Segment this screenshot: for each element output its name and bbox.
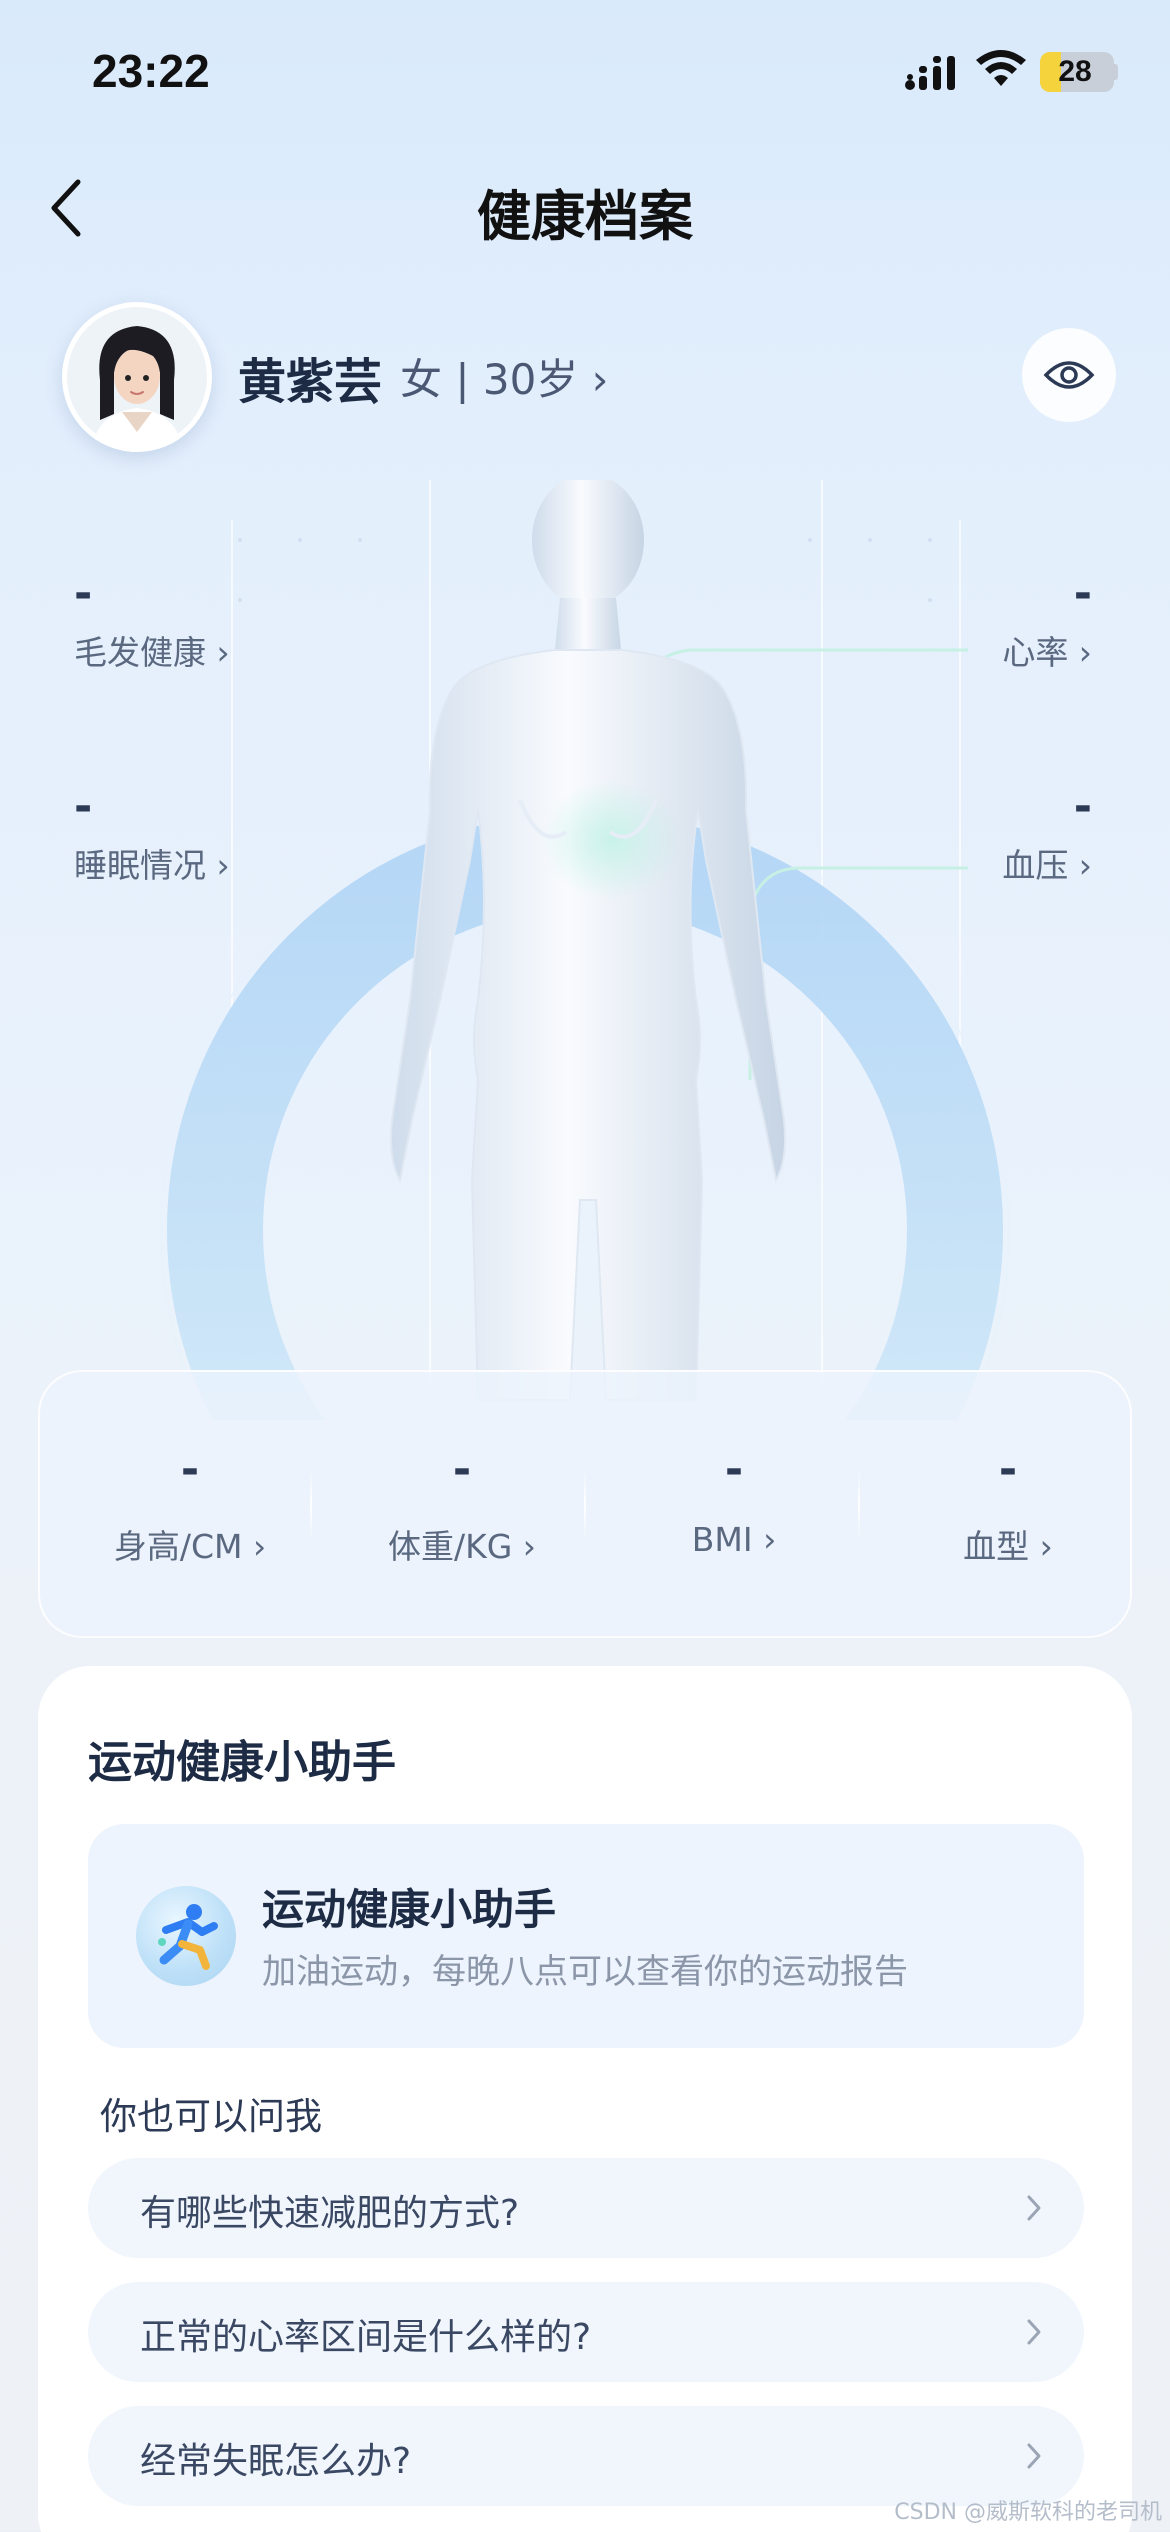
wifi-icon — [976, 50, 1026, 86]
battery-level: 28 — [1058, 55, 1092, 88]
metric-label: 毛发健康 › — [74, 633, 230, 672]
metric-sleep[interactable]: - 睡眠情况 › — [74, 785, 230, 887]
stat-value: - — [998, 1444, 1018, 1495]
avatar-illustration — [67, 307, 207, 452]
ask-label: 你也可以问我 — [100, 2095, 322, 2138]
body-stats-card: - 身高/CM › - 体重/KG › - BMI › - 血型 › — [38, 1370, 1132, 1638]
metric-value: - — [1073, 781, 1092, 832]
metric-value: - — [74, 568, 93, 619]
stat-value: - — [452, 1444, 472, 1495]
section-title: 运动健康小助手 — [88, 1737, 396, 1788]
stat-value: - — [180, 1444, 200, 1495]
stat-height[interactable]: - 身高/CM › — [60, 1444, 320, 1568]
stat-value: - — [724, 1444, 744, 1495]
chevron-right-icon — [1027, 2195, 1041, 2221]
metric-blood-pressure[interactable]: - 血压 › — [1002, 785, 1092, 887]
question-text: 有哪些快速减肥的方式? — [140, 2193, 520, 2234]
eye-icon — [1043, 361, 1095, 389]
metric-heart-rate[interactable]: - 心率 › — [1002, 572, 1092, 674]
intro-title: 运动健康小助手 — [262, 1885, 557, 1934]
page-title: 健康档案 — [477, 185, 693, 248]
question-text: 经常失眠怎么办? — [140, 2441, 412, 2482]
stat-weight[interactable]: - 体重/KG › — [332, 1444, 592, 1568]
running-figure-icon — [136, 1886, 236, 1986]
watermark: CSDN @威斯软科的老司机 — [894, 2500, 1162, 2525]
battery-indicator: 28 — [1040, 52, 1114, 92]
user-meta[interactable]: 女 | 30岁 › — [400, 346, 608, 407]
metric-label: 心率 › — [1002, 633, 1092, 672]
stat-label: 身高/CM › — [113, 1527, 267, 1566]
stat-divider — [584, 1468, 586, 1542]
status-time: 23:22 — [92, 45, 210, 97]
stat-bmi[interactable]: - BMI › — [604, 1444, 864, 1560]
assistant-card: 运动健康小助手 运动健康小助手 加油运动，每晚八点可以查看你的运动报告 你也可以… — [38, 1666, 1132, 2532]
stat-label: 体重/KG › — [387, 1527, 537, 1566]
battery-tip — [1113, 64, 1118, 80]
metric-value: - — [74, 781, 93, 832]
stat-label: BMI › — [691, 1520, 777, 1559]
metric-hair-health[interactable]: - 毛发健康 › — [74, 572, 230, 674]
assistant-intro[interactable]: 运动健康小助手 加油运动，每晚八点可以查看你的运动报告 — [88, 1824, 1084, 2048]
question-text: 正常的心率区间是什么样的? — [140, 2317, 592, 2358]
stat-divider — [858, 1468, 860, 1542]
suggested-question[interactable]: 经常失眠怎么办? — [88, 2406, 1084, 2506]
avatar[interactable] — [62, 302, 212, 452]
stat-divider — [310, 1468, 312, 1542]
body-figure-area: - 毛发健康 › - 睡眠情况 › - 心率 › - 血压 › — [0, 474, 1170, 1655]
visibility-toggle-button[interactable] — [1022, 328, 1116, 422]
metric-label: 睡眠情况 › — [74, 846, 230, 885]
metric-value: - — [1073, 568, 1092, 619]
suggested-question[interactable]: 正常的心率区间是什么样的? — [88, 2282, 1084, 2382]
user-name: 黄紫芸 — [238, 354, 383, 410]
stat-label: 血型 › — [963, 1527, 1053, 1566]
stat-blood-type[interactable]: - 血型 › — [878, 1444, 1138, 1568]
cellular-signal-icon — [905, 56, 955, 90]
suggested-question[interactable]: 有哪些快速减肥的方式? — [88, 2158, 1084, 2258]
metric-label: 血压 › — [1002, 846, 1092, 885]
chevron-right-icon — [1027, 2443, 1041, 2469]
chevron-right-icon — [1027, 2319, 1041, 2345]
intro-description: 加油运动，每晚八点可以查看你的运动报告 — [262, 1952, 908, 1992]
status-bar: 23:22 28 — [0, 0, 1170, 150]
